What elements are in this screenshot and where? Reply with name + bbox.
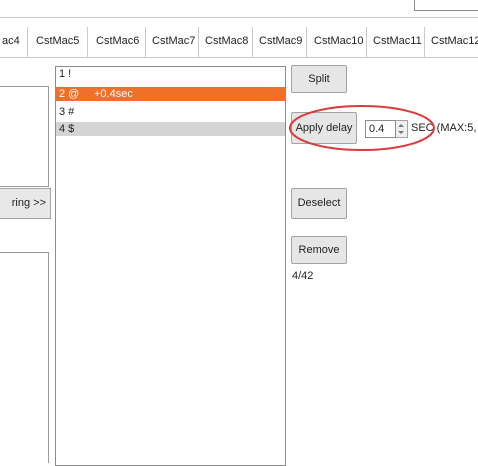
tab-separator [424,27,425,57]
list-item[interactable]: 4 $ [56,122,285,136]
tab-cstmac11[interactable]: CstMac11 [373,27,422,56]
ring-transfer-button[interactable]: ring >> [0,188,51,219]
split-button[interactable]: Split [291,65,347,93]
list-item-label: 1 ! [59,68,72,80]
tab-separator [306,27,307,57]
sequence-list[interactable]: 1 ! 2 @ +0.4sec 3 # 4 $ [55,66,286,466]
deselect-button[interactable]: Deselect [291,188,347,219]
list-item[interactable]: 2 @ +0.4sec [56,87,285,101]
delay-hint: SEC (MAX:5, st [411,122,478,134]
tab-separator [87,27,88,57]
list-item-label: 2 @ [59,88,80,100]
list-item-delay: +0.4sec [94,88,133,100]
list-item-label: 3 # [59,106,75,118]
left-source-box[interactable] [0,86,49,187]
tab-separator [145,27,146,57]
tab-bar: ac4 CstMac5 CstMac6 CstMac7 CstMac8 CstM… [0,27,478,58]
top-divider [0,17,478,18]
chevron-down-icon[interactable] [398,131,404,134]
tab-cstmac9[interactable]: CstMac9 [259,27,302,56]
left-lower-box[interactable] [0,252,49,463]
list-item[interactable]: 3 # [56,105,285,119]
tab-separator [252,27,253,57]
tab-separator [27,27,28,57]
remove-button[interactable]: Remove [291,236,347,264]
delay-input[interactable]: 0.4 [365,120,396,138]
tab-cstmac10[interactable]: CstMac10 [314,27,364,56]
apply-delay-button[interactable]: Apply delay [291,112,357,144]
tab-separator [366,27,367,57]
tab-cstmac5[interactable]: CstMac5 [36,27,79,56]
list-item-label: 4 $ [59,123,75,135]
delay-stepper[interactable] [396,120,408,138]
tab-separator [198,27,199,57]
tab-cstmac6[interactable]: CstMac6 [96,27,139,56]
top-right-control [414,0,478,11]
tab-cstmac12[interactable]: CstMac12 [431,27,478,56]
tab-cstmac4[interactable]: ac4 [2,27,20,56]
chevron-up-icon[interactable] [398,124,404,127]
list-item[interactable]: 1 ! [56,67,285,81]
selection-count: 4/42 [292,270,314,282]
tab-cstmac7[interactable]: CstMac7 [152,27,195,56]
tab-cstmac8[interactable]: CstMac8 [205,27,248,56]
